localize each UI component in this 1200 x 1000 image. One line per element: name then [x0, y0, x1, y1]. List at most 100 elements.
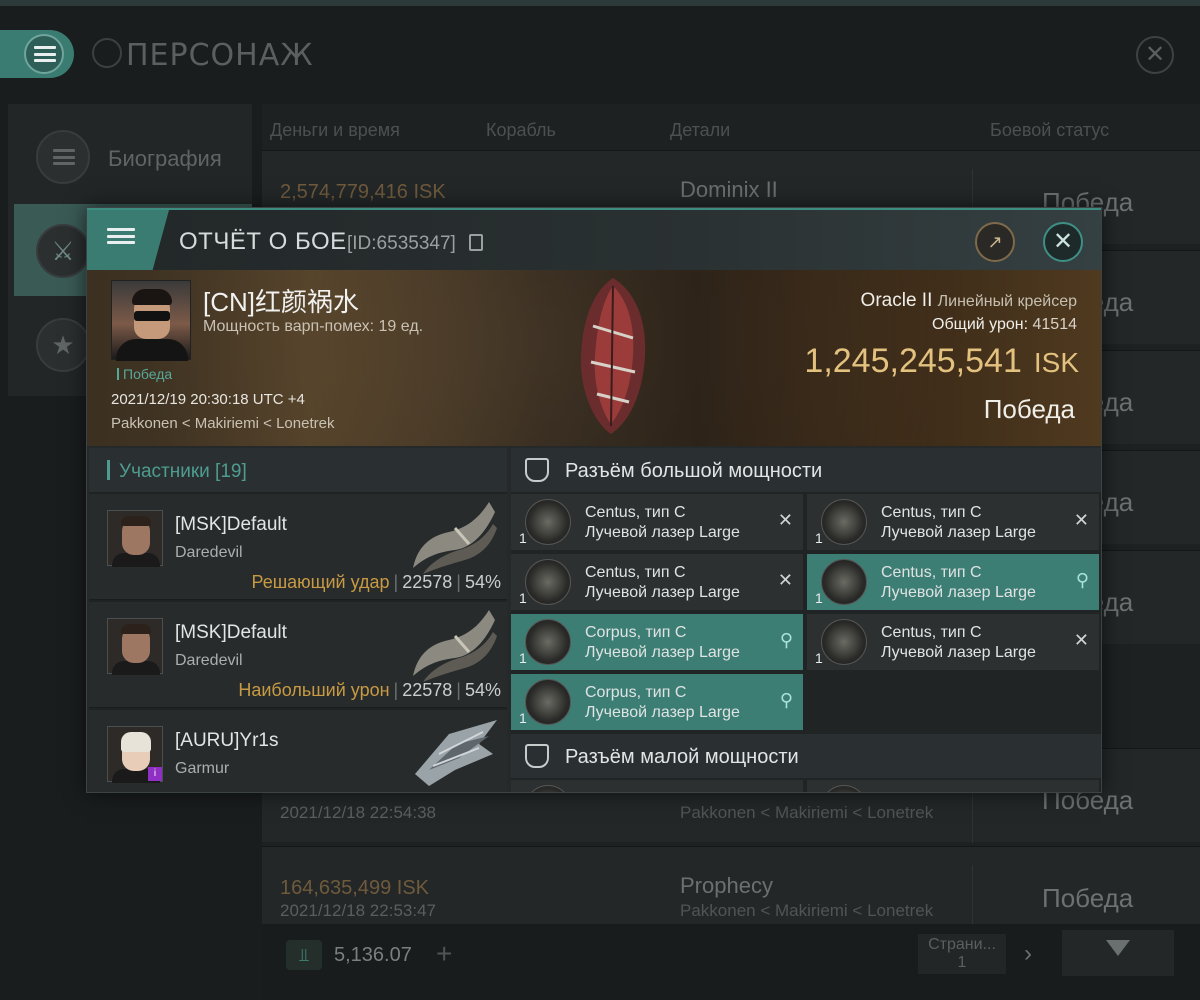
row-location: Pakkonen < Makiriemi < Lonetrek [680, 803, 934, 822]
high-slots-label: Разъём большой мощности [565, 460, 823, 482]
crossed-swords-icon: ⚔ [36, 224, 90, 278]
module-item[interactable]: 1 Centus, тип C Лучевой лазер Large ✕ [511, 494, 803, 550]
daredevil-ship-image[interactable] [409, 498, 501, 574]
participant-ship: Daredevil [175, 544, 243, 561]
module-qty: 1 [519, 710, 527, 726]
hamburger-icon [34, 46, 56, 62]
destroyed-icon: ✕ [777, 510, 793, 530]
module-name: Centus, тип C [881, 624, 982, 641]
module-type: Лучевой лазер Large [585, 584, 740, 601]
next-page-button[interactable]: › [1024, 940, 1032, 968]
module-item[interactable] [511, 780, 803, 792]
column-details[interactable]: Детали [670, 120, 730, 141]
info-badge-icon: i [148, 767, 162, 781]
module-item[interactable]: 1 Centus, тип C Лучевой лазер Large ⚲ [807, 554, 1099, 610]
top-damage-tag: Наибольший урон [238, 680, 390, 700]
column-ship[interactable]: Корабль [486, 120, 556, 141]
dialog-close-button[interactable]: ✕ [1043, 222, 1083, 262]
participant-row[interactable]: [MSK]Default Daredevil Решающий удар | 225… [89, 494, 507, 600]
module-type: Лучевой лазер Large [585, 644, 740, 661]
avatar[interactable] [107, 510, 163, 567]
dropped-person-icon: ⚲ [779, 690, 793, 710]
participant-row[interactable]: [MSK]Default Daredevil Наибольший урон | 2… [89, 602, 507, 708]
module-name: Centus, тип C [881, 504, 982, 521]
column-combat-status[interactable]: Боевой статус [990, 120, 1109, 141]
header-accent [107, 460, 110, 480]
isk-amount: 1,245,245,541 [804, 342, 1022, 380]
main-menu-button[interactable] [0, 30, 74, 78]
row-status: Победа [1042, 883, 1134, 913]
filter-button[interactable] [1062, 930, 1174, 976]
participants-panel: Участники [19] [MSK]Default Daredevil Ре… [89, 448, 507, 792]
victim-location[interactable]: Pakkonen < Makiriemi < Lonetrek [111, 415, 334, 432]
fitting-panel: Разъём большой мощности 1 Centus, тип C … [511, 448, 1101, 792]
copy-icon[interactable] [469, 234, 483, 251]
isk-value: 1,245,245,541 ISK [804, 342, 1079, 381]
destroyed-icon: ✕ [777, 570, 793, 590]
report-id: [ID:6535347] [347, 233, 456, 254]
share-button[interactable]: ↗ [975, 222, 1015, 262]
participant-ship: Garmur [175, 760, 230, 777]
top-accent-line [0, 0, 1200, 6]
module-item[interactable]: 1 Centus, тип C Лучевой лазер Large ✕ [511, 554, 803, 610]
final-blow-tag: Решающий удар [251, 572, 390, 592]
module-item[interactable] [807, 780, 1099, 792]
page-close-button[interactable]: ✕ [1136, 36, 1174, 74]
module-name: Centus, тип C [585, 564, 686, 581]
victim-name[interactable]: [CN]红颜祸水 [203, 282, 359, 319]
module-name: Corpus, тип C [585, 624, 687, 641]
dialog-menu-button[interactable] [87, 210, 169, 270]
menu-circle [24, 34, 64, 74]
module-item[interactable]: 1 Corpus, тип C Лучевой лазер Large ⚲ [511, 674, 803, 730]
nav-label: Биография [108, 146, 222, 171]
biography-icon [36, 130, 90, 184]
isk-unit: ISK [1033, 347, 1079, 378]
oracle-ship-image[interactable] [563, 276, 663, 436]
participant-ship: Daredevil [175, 652, 243, 669]
wallet-balance: 5,136.07 [334, 944, 412, 966]
dialog-title: ОТЧЁТ О БОЕ [179, 228, 347, 255]
nav-item-biography[interactable]: Биография [14, 110, 252, 202]
high-slots-header[interactable]: Разъём большой мощности [511, 448, 1101, 492]
participants-label: Участники [19] [119, 461, 247, 482]
module-type: Лучевой лазер Large [881, 584, 1036, 601]
pager-label: Страни... [928, 936, 996, 953]
low-slots-label: Разъём малой мощности [565, 746, 799, 768]
beam-laser-icon [821, 619, 867, 665]
beam-laser-icon [525, 559, 571, 605]
garmur-ship-image[interactable] [409, 714, 501, 790]
participants-header[interactable]: Участники [19] [89, 448, 507, 492]
module-item[interactable]: 1 Centus, тип C Лучевой лазер Large ✕ [807, 614, 1099, 670]
character-icon [92, 38, 122, 68]
participant-row[interactable]: i [AURU]Yr1s Garmur [89, 710, 507, 792]
row-date: 2021/12/18 22:53:47 [280, 901, 436, 920]
column-money-time[interactable]: Деньги и время [270, 120, 400, 141]
daredevil-ship-image[interactable] [409, 606, 501, 682]
ship-name[interactable]: Oracle II Линейный крейсер [861, 290, 1077, 312]
plex-icon: ⫫ [286, 940, 322, 970]
page-selector[interactable]: Страни... 1 [918, 934, 1006, 974]
module-qty: 1 [815, 650, 823, 666]
module-item[interactable]: 1 Centus, тип C Лучевой лазер Large ✕ [807, 494, 1099, 550]
module-icon [821, 785, 867, 792]
low-slot-icon [525, 744, 549, 768]
beam-laser-icon [525, 499, 571, 545]
star-icon: ★ [36, 318, 90, 372]
module-qty: 1 [519, 530, 527, 546]
row-money: 164,635,499 ISK [280, 877, 430, 899]
filter-icon [1106, 940, 1130, 956]
module-item[interactable]: 1 Corpus, тип C Лучевой лазер Large ⚲ [511, 614, 803, 670]
damage-value: 41514 [1032, 316, 1078, 333]
participant-name: [AURU]Yr1s [175, 730, 279, 751]
add-funds-button[interactable]: + [436, 938, 452, 970]
avatar[interactable]: i [107, 726, 163, 783]
participant-stats: Решающий удар | 22578 | 54% [251, 572, 502, 592]
low-slots-header[interactable]: Разъём малой мощности [511, 734, 1101, 778]
ship-class: Линейный крейсер [937, 293, 1077, 310]
victim-portrait[interactable] [111, 280, 191, 361]
dialog-header: ОТЧЁТ О БОЕ [ID:6535347] ↗ ✕ [87, 208, 1101, 270]
participant-percent: 54% [464, 680, 501, 700]
avatar[interactable] [107, 618, 163, 675]
module-qty: 1 [519, 590, 527, 606]
dropped-person-icon: ⚲ [1075, 570, 1089, 590]
